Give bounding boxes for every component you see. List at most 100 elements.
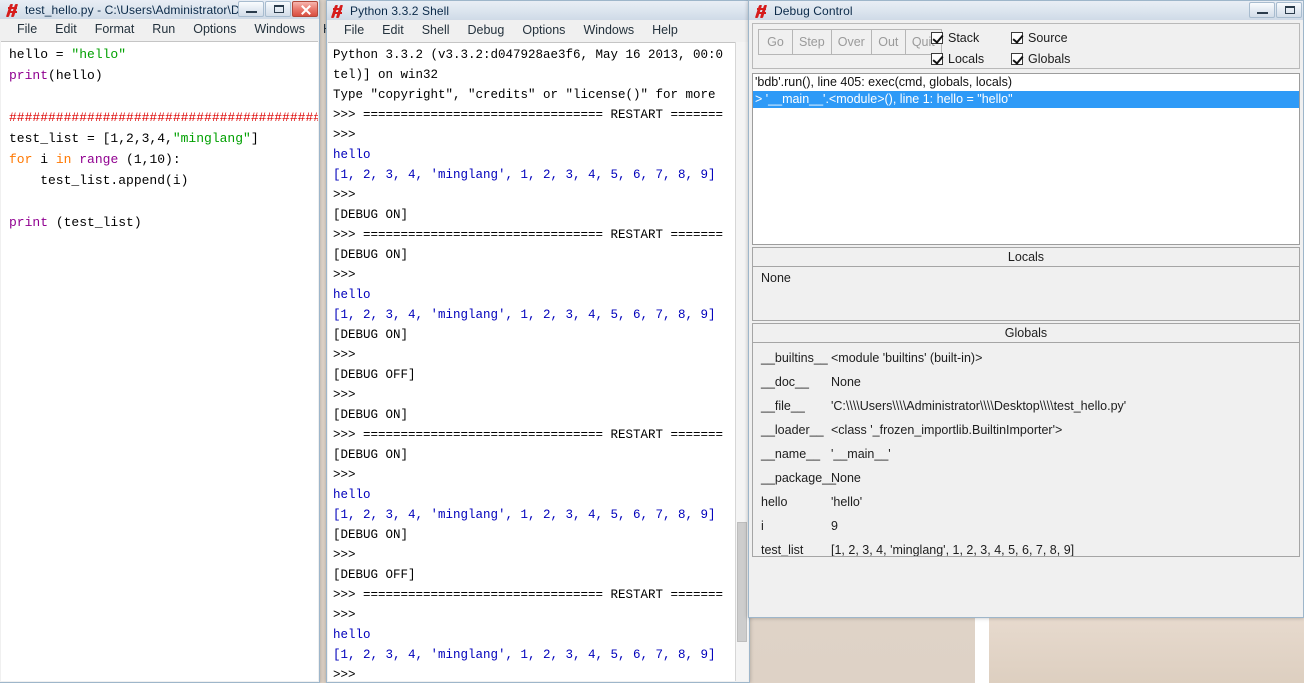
- editor-menu-format[interactable]: Format: [86, 21, 144, 38]
- locals-panel[interactable]: None: [752, 267, 1300, 321]
- shell-titlebar[interactable]: Python 3.3.2 Shell: [327, 1, 749, 20]
- code-token: in: [55, 152, 72, 167]
- stack-line-selected[interactable]: > '__main__'.<module>(), line 1: hello =…: [753, 91, 1299, 108]
- editor-menu-edit[interactable]: Edit: [46, 21, 86, 38]
- globals-value: [1, 2, 3, 4, 'minglang', 1, 2, 3, 4, 5, …: [831, 543, 1075, 557]
- checkmark-icon[interactable]: [931, 31, 943, 44]
- checkmark-icon[interactable]: [1011, 31, 1023, 44]
- debug-stack-panel[interactable]: 'bdb'.run(), line 405: exec(cmd, globals…: [752, 73, 1300, 245]
- shell-line: [DEBUG ON]: [333, 448, 409, 462]
- editor-menu-options[interactable]: Options: [184, 21, 245, 38]
- editor-code-area[interactable]: hello = "hello" print(hello) ############…: [1, 41, 318, 681]
- shell-menu-options[interactable]: Options: [513, 22, 574, 39]
- code-token: i: [32, 152, 56, 167]
- globals-panel[interactable]: __builtins__ <module 'builtins' (built-in…: [752, 343, 1300, 557]
- shell-line: >>> ================================ RES…: [333, 228, 724, 242]
- shell-line: hello: [333, 288, 371, 302]
- globals-key: __name__: [761, 447, 821, 461]
- debug-control-window[interactable]: Debug Control Go Step Over Out Quit Stack Sou…: [748, 0, 1304, 618]
- code-line: hello = "hello": [9, 44, 318, 65]
- code-token: range: [79, 152, 119, 167]
- code-line: test_list = [1,2,3,4,"minglang"]: [9, 128, 318, 149]
- shell-line: >>>: [333, 128, 356, 142]
- editor-window[interactable]: test_hello.py - C:\Users\Administrator\D…: [0, 0, 339, 683]
- shell-line: >>>: [333, 268, 356, 282]
- globals-value: 9: [831, 519, 838, 533]
- go-button[interactable]: Go: [758, 29, 793, 55]
- shell-window[interactable]: Python 3.3.2 Shell File Edit Shell Debug Opt…: [326, 0, 750, 683]
- shell-menu-file[interactable]: File: [335, 22, 373, 39]
- background-window-content: [989, 617, 1304, 683]
- shell-line: [DEBUG ON]: [333, 208, 409, 222]
- checkbox-globals[interactable]: Globals: [1011, 52, 1101, 66]
- checkbox-stack[interactable]: Stack: [931, 31, 1011, 45]
- checkmark-icon[interactable]: [1011, 52, 1023, 65]
- shell-line: hello: [333, 628, 371, 642]
- code-token: (hello): [48, 68, 103, 83]
- shell-menu-help[interactable]: Help: [643, 22, 687, 39]
- desktop-screen: test_hello.py - C:\Users\Administrator\D…: [0, 0, 1304, 683]
- shell-menu-edit[interactable]: Edit: [373, 22, 413, 39]
- checkmark-icon[interactable]: [931, 52, 943, 65]
- maximize-button[interactable]: [1276, 2, 1302, 18]
- background-window[interactable]: [988, 612, 1304, 683]
- globals-value: None: [831, 471, 861, 485]
- debug-title-text: Debug Control: [774, 3, 853, 18]
- over-button[interactable]: Over: [830, 29, 872, 55]
- debug-titlebar[interactable]: Debug Control: [749, 1, 1303, 20]
- shell-line: [DEBUG OFF]: [333, 568, 416, 582]
- code-token: "minglang": [172, 131, 251, 146]
- checkbox-label: Globals: [1028, 51, 1071, 66]
- shell-line: tel)] on win32: [333, 68, 439, 82]
- shell-line: [DEBUG OFF]: [333, 368, 416, 382]
- shell-title-text: Python 3.3.2 Shell: [350, 3, 450, 18]
- shell-output-area[interactable]: Python 3.3.2 (v3.3.2:d047928ae3f6, May 1…: [328, 42, 735, 681]
- minimize-button[interactable]: [238, 1, 264, 17]
- debug-window-buttons[interactable]: [1249, 2, 1302, 18]
- shell-line: hello: [333, 488, 371, 502]
- close-button[interactable]: [292, 1, 318, 17]
- minimize-button[interactable]: [1249, 2, 1275, 18]
- debug-button-row[interactable]: Go Step Over Out Quit: [758, 29, 942, 55]
- code-token: test_list.append(i): [9, 173, 189, 188]
- editor-menubar[interactable]: FileEditFormatRunOptionsWindowsHe: [0, 19, 339, 41]
- code-line: ########################################…: [9, 107, 318, 128]
- editor-title-text: test_hello.py - C:\Users\Administrator\D…: [25, 2, 257, 17]
- step-button[interactable]: Step: [792, 29, 832, 55]
- shell-line: >>>: [333, 388, 356, 402]
- maximize-button[interactable]: [265, 1, 291, 17]
- python-idle-icon: [754, 4, 770, 18]
- editor-menu-windows[interactable]: Windows: [245, 21, 314, 38]
- code-token: print: [9, 68, 49, 83]
- shell-line: Python 3.3.2 (v3.3.2:d047928ae3f6, May 1…: [333, 48, 724, 62]
- code-token: test_list = [1,2,3,4,: [9, 131, 173, 146]
- editor-menu-run[interactable]: Run: [143, 21, 184, 38]
- shell-line: >>>: [333, 608, 356, 622]
- shell-line: >>>: [333, 468, 356, 482]
- shell-scrollbar-thumb[interactable]: [737, 522, 747, 642]
- debug-toolbar: Go Step Over Out Quit Stack Source Locals Globa…: [752, 23, 1300, 69]
- debug-checkbox-group[interactable]: Stack Source Locals Globals: [931, 27, 1101, 69]
- shell-menu-shell[interactable]: Shell: [413, 22, 459, 39]
- out-button[interactable]: Out: [870, 29, 906, 55]
- globals-value: 'C:\\\\Users\\\\Administrator\\\\Desktop…: [831, 399, 1127, 413]
- globals-key: test_list: [761, 543, 804, 557]
- checkbox-locals[interactable]: Locals: [931, 52, 1011, 66]
- shell-menubar[interactable]: File Edit Shell Debug Options Windows Help: [327, 20, 749, 42]
- shell-menu-windows[interactable]: Windows: [574, 22, 643, 39]
- code-line: print(hello): [9, 65, 318, 86]
- shell-line: [1, 2, 3, 4, 'minglang', 1, 2, 3, 4, 5, …: [333, 648, 716, 662]
- editor-menu-file[interactable]: File: [8, 21, 46, 38]
- code-token: (test_list): [48, 215, 142, 230]
- editor-window-buttons[interactable]: [238, 1, 318, 17]
- code-line: for i in range (1,10):: [9, 149, 318, 170]
- shell-menu-debug[interactable]: Debug: [459, 22, 514, 39]
- globals-key: __loader__: [761, 423, 824, 437]
- stack-line[interactable]: 'bdb'.run(), line 405: exec(cmd, globals…: [753, 74, 1299, 91]
- python-idle-icon: [5, 3, 21, 17]
- editor-titlebar[interactable]: test_hello.py - C:\Users\Administrator\D…: [0, 0, 319, 19]
- shell-scrollbar[interactable]: [735, 42, 748, 681]
- shell-line: [DEBUG ON]: [333, 248, 409, 262]
- checkbox-source[interactable]: Source: [1011, 31, 1101, 45]
